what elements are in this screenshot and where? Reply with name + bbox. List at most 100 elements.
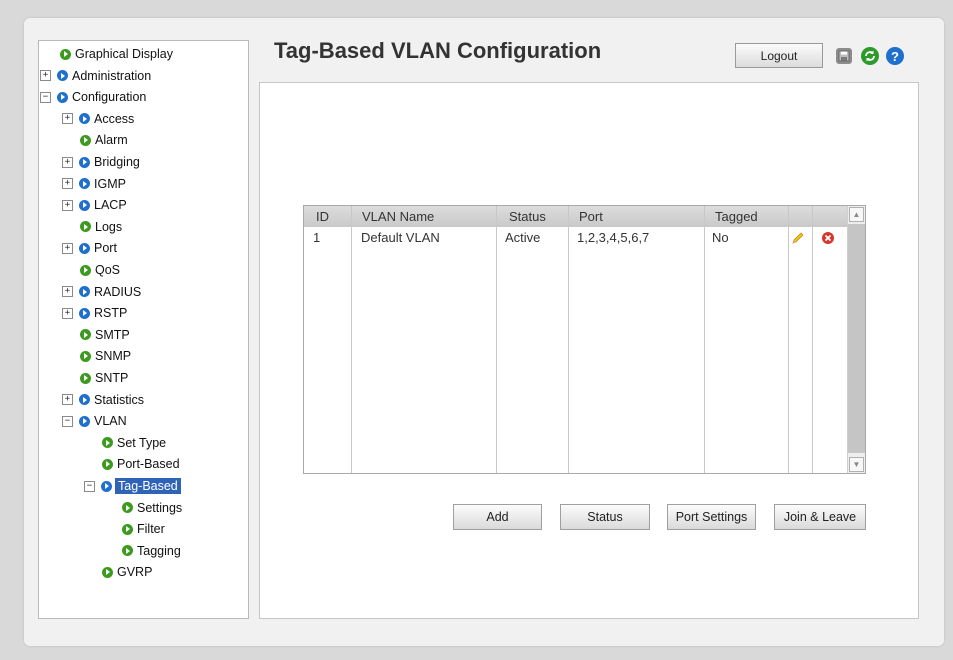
arrow-bullet-icon	[79, 307, 90, 319]
help-icon[interactable]: ?	[886, 47, 904, 65]
table-scrollbar[interactable]: ▲ ▼	[847, 206, 865, 473]
cell-vlan-name: Default VLAN	[361, 230, 440, 245]
column-header-id: ID	[316, 209, 329, 224]
arrow-bullet-icon	[102, 458, 113, 470]
tree-item-label: Set Type	[117, 435, 167, 450]
tree-item[interactable]: + LACP	[62, 196, 127, 214]
tree-item-label: QoS	[95, 263, 121, 277]
arrow-bullet-icon	[57, 70, 68, 82]
join-leave-button[interactable]: Join & Leave	[774, 504, 866, 530]
logout-button[interactable]: Logout	[735, 43, 823, 68]
tree-item-label: Logs	[95, 219, 123, 234]
scrollbar-thumb[interactable]	[848, 224, 865, 453]
tree-item[interactable]: Filter	[122, 520, 165, 538]
column-divider	[568, 206, 569, 473]
tree-item[interactable]: Set Type	[102, 434, 166, 452]
arrow-bullet-icon	[60, 48, 71, 60]
collapse-icon[interactable]: −	[84, 480, 95, 492]
tree-item[interactable]: + Bridging	[62, 153, 140, 171]
tree-item[interactable]: − Configuration	[40, 88, 146, 106]
add-button[interactable]: Add	[453, 504, 542, 530]
expand-icon[interactable]: +	[62, 113, 73, 125]
delete-icon[interactable]	[821, 231, 835, 245]
arrow-bullet-icon	[102, 437, 113, 449]
collapse-icon[interactable]: −	[62, 415, 73, 427]
expand-icon[interactable]: +	[62, 199, 73, 211]
status-button[interactable]: Status	[560, 504, 650, 530]
refresh-icon[interactable]	[861, 47, 879, 65]
column-header-vlan-name: VLAN Name	[362, 209, 435, 224]
tree-item[interactable]: SNMP	[80, 347, 131, 365]
column-header-port: Port	[579, 209, 603, 224]
table-header: ID VLAN Name Status Port Tagged	[304, 206, 847, 227]
tree-item[interactable]: + RADIUS	[62, 283, 141, 301]
tree-item[interactable]: GVRP	[102, 563, 152, 581]
tree-item[interactable]: Alarm	[80, 131, 128, 149]
tree-item-label: IGMP	[94, 176, 126, 191]
tree-item-label: Alarm	[95, 133, 128, 148]
tree-item-label: Bridging	[94, 155, 140, 169]
arrow-bullet-icon	[79, 156, 90, 168]
column-header-status: Status	[509, 209, 546, 224]
tree-item-label: SMTP	[95, 327, 130, 342]
column-header-tagged: Tagged	[715, 209, 758, 224]
tree-item[interactable]: + Administration	[40, 67, 151, 85]
tree-item-label: Tag-Based	[115, 478, 181, 494]
tree-item-label: GVRP	[117, 565, 153, 580]
cell-id: 1	[313, 230, 321, 245]
arrow-bullet-icon	[79, 286, 90, 298]
expand-icon[interactable]: +	[62, 286, 73, 298]
arrow-bullet-icon	[79, 394, 90, 406]
tree-item[interactable]: Graphical Display	[60, 45, 173, 63]
tree-item[interactable]: + Port	[62, 239, 117, 257]
arrow-bullet-icon	[101, 480, 112, 492]
expand-icon[interactable]: +	[62, 394, 73, 406]
arrow-bullet-icon	[80, 329, 91, 341]
tree-item[interactable]: Logs	[80, 218, 122, 236]
port-settings-button[interactable]: Port Settings	[667, 504, 756, 530]
expand-icon[interactable]: +	[62, 156, 73, 168]
tree-item-label: Tagging	[137, 543, 181, 558]
expand-icon[interactable]: +	[62, 178, 73, 190]
tree-item-label: VLAN	[94, 414, 127, 429]
tree-item[interactable]: + Statistics	[62, 391, 144, 409]
save-icon[interactable]	[836, 48, 852, 64]
tree-item[interactable]: − Tag-Based	[84, 477, 181, 495]
column-divider	[788, 206, 789, 473]
tree-item[interactable]: Tagging	[122, 542, 181, 560]
tree-item[interactable]: QoS	[80, 261, 120, 279]
expand-icon[interactable]: +	[40, 70, 51, 82]
arrow-bullet-icon	[80, 221, 91, 233]
tree-item-label: Settings	[137, 500, 183, 515]
collapse-icon[interactable]: −	[40, 91, 51, 103]
expand-icon[interactable]: +	[62, 242, 73, 254]
arrow-bullet-icon	[80, 350, 91, 362]
expand-icon[interactable]: +	[62, 307, 73, 319]
tree-item-label: RSTP	[94, 306, 128, 321]
tree-item-label: Statistics	[94, 392, 145, 407]
tree-item[interactable]: + RSTP	[62, 304, 127, 322]
column-divider	[496, 206, 497, 473]
tree-item-label: LACP	[94, 198, 127, 213]
arrow-bullet-icon	[122, 545, 133, 557]
tree-item[interactable]: SNTP	[80, 369, 128, 387]
tree-item[interactable]: + Access	[62, 110, 134, 128]
tree-item[interactable]: Port-Based	[102, 455, 180, 473]
arrow-bullet-icon	[102, 566, 113, 578]
edit-icon[interactable]	[791, 231, 805, 245]
scroll-down-icon[interactable]: ▼	[849, 457, 864, 472]
arrow-bullet-icon	[79, 242, 90, 254]
cell-port: 1,2,3,4,5,6,7	[577, 230, 650, 245]
arrow-bullet-icon	[80, 372, 91, 384]
tree-item[interactable]: + IGMP	[62, 175, 126, 193]
cell-tagged: No	[712, 230, 729, 245]
tree-item[interactable]: Settings	[122, 499, 182, 517]
arrow-bullet-icon	[79, 178, 90, 190]
scroll-up-icon[interactable]: ▲	[849, 207, 864, 222]
tree-item-label: Port	[94, 241, 117, 256]
tree-item-label: Access	[94, 111, 135, 126]
tree-item[interactable]: SMTP	[80, 326, 130, 344]
tree-item-label: RADIUS	[94, 284, 142, 299]
arrow-bullet-icon	[79, 415, 90, 427]
tree-item[interactable]: − VLAN	[62, 412, 127, 430]
